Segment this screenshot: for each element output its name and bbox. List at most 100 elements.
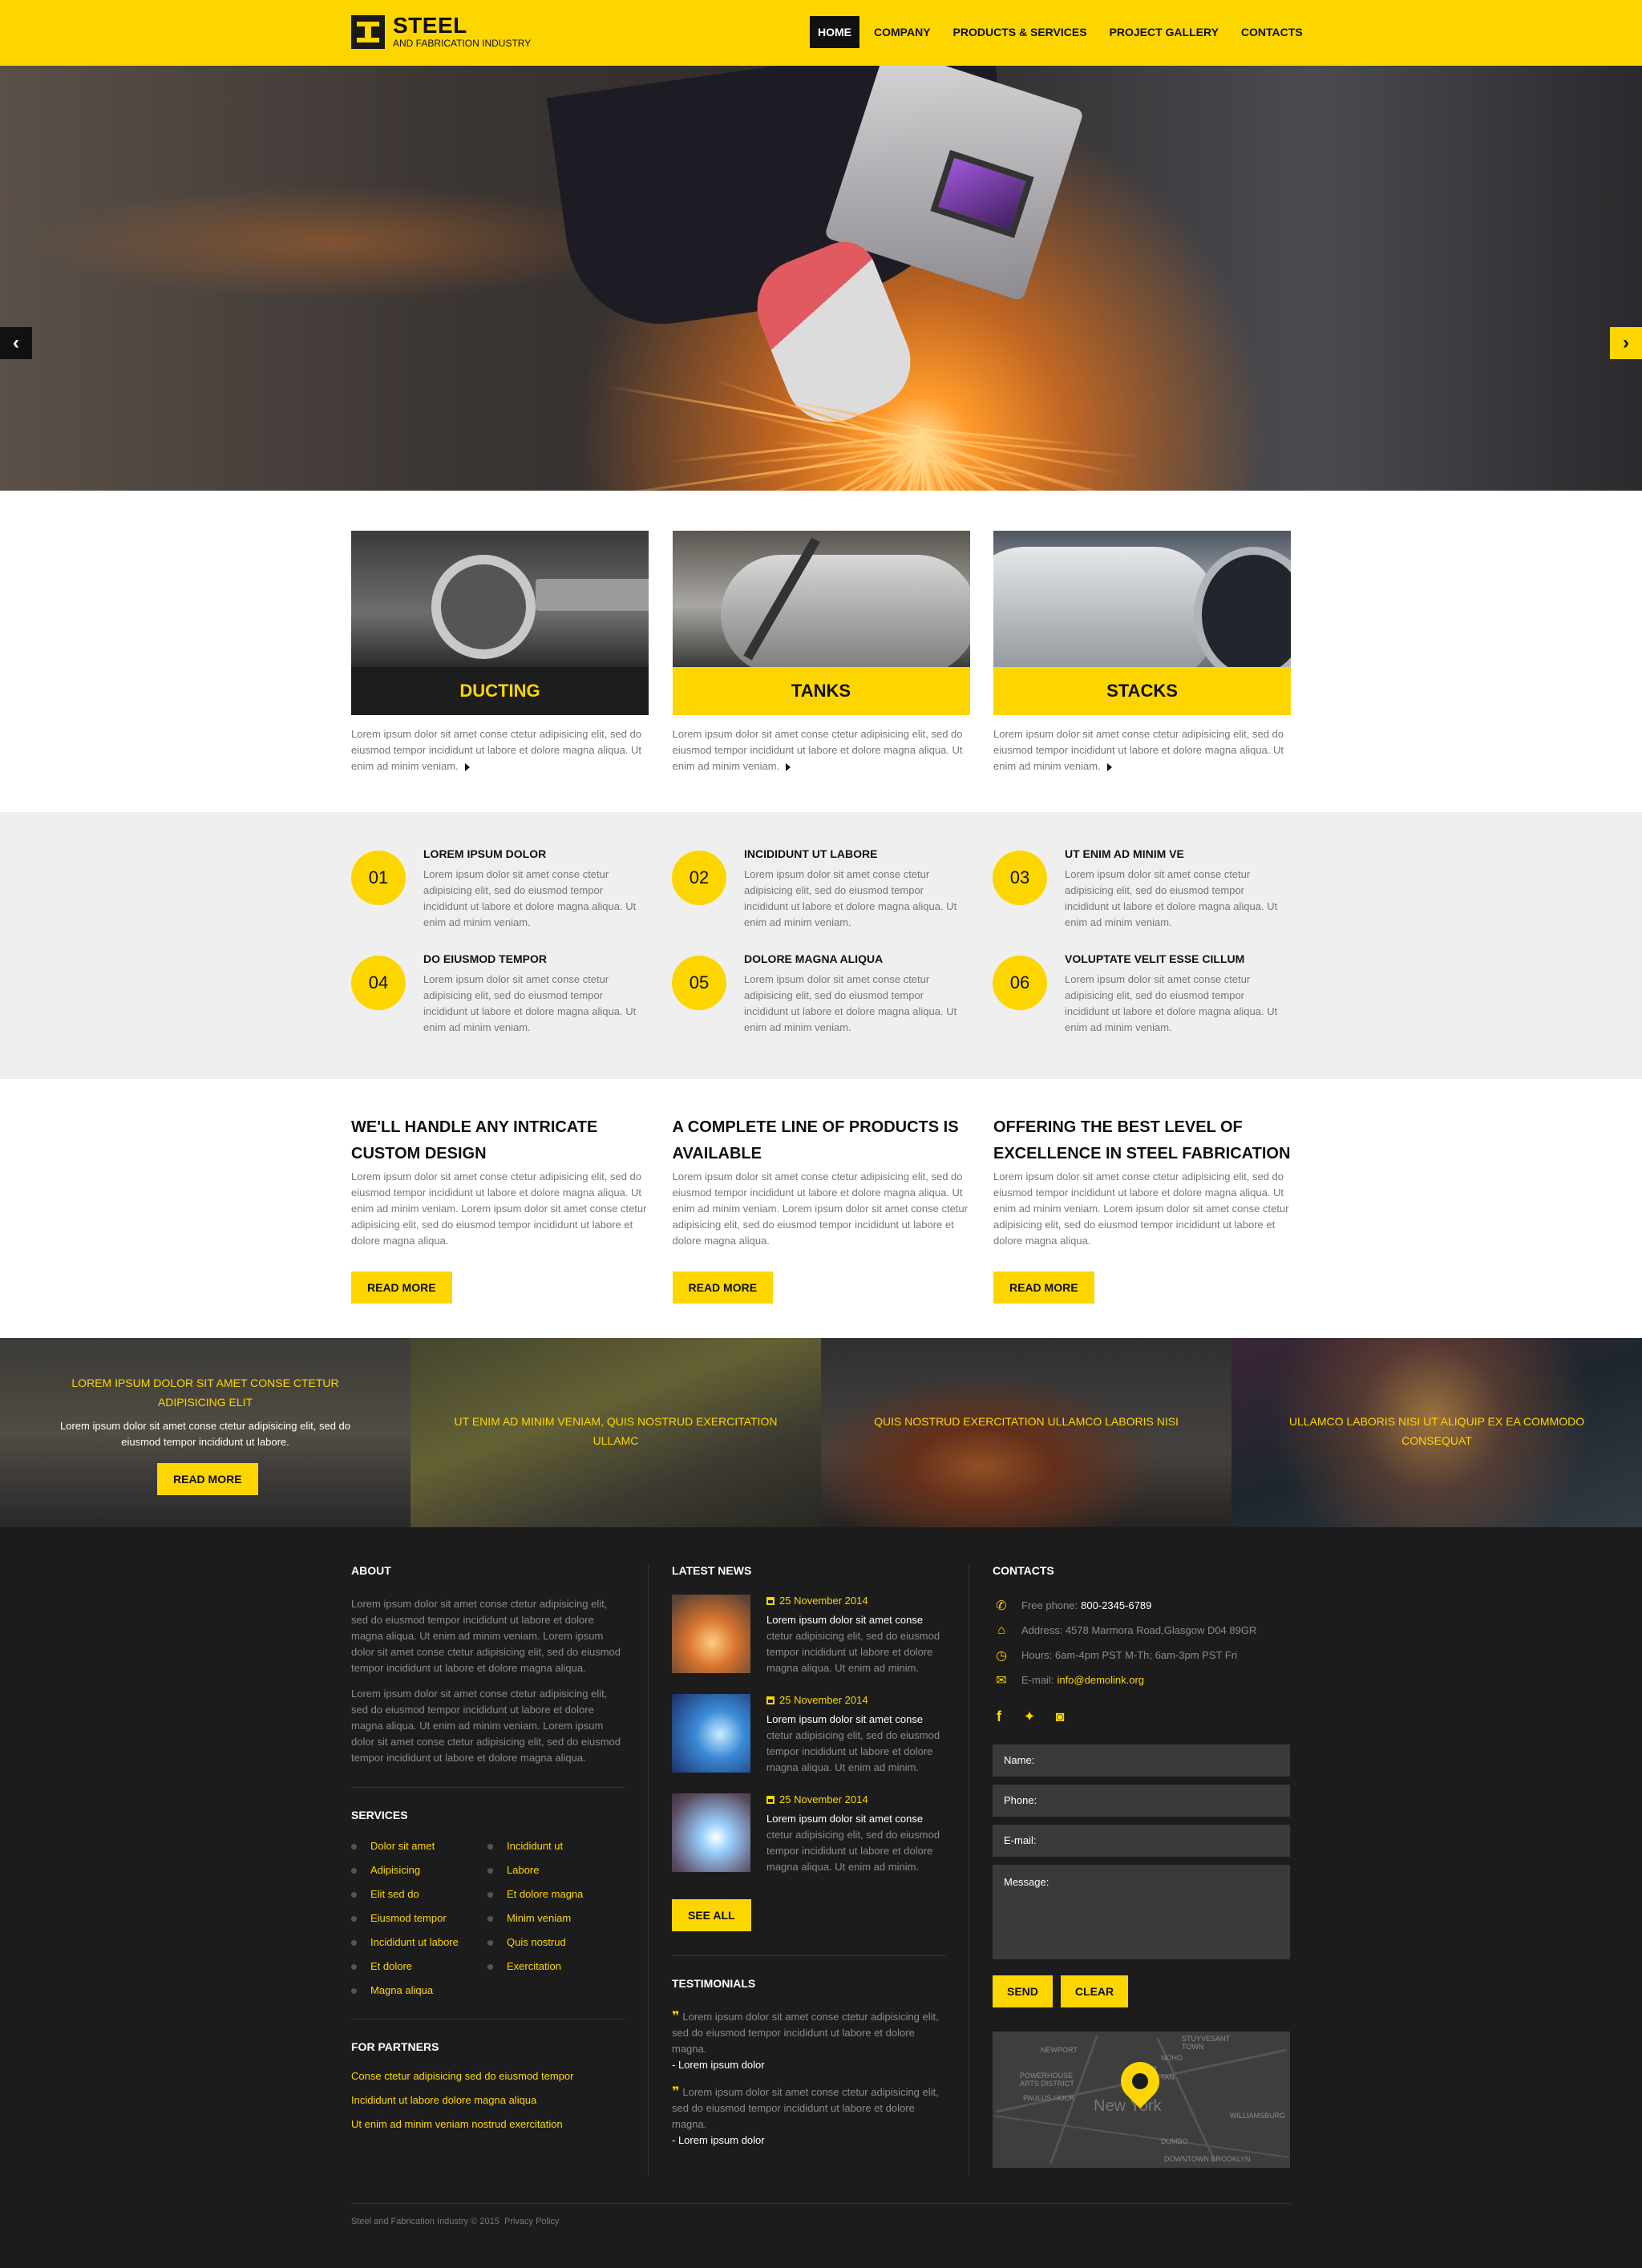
service-link[interactable]: Magna aliqua (351, 1979, 487, 2003)
map-label: WILLIAMSBURG (1230, 2112, 1286, 2120)
service-link[interactable]: Et dolore magna (487, 1882, 624, 1906)
nav-company[interactable]: COMPANY (866, 16, 939, 48)
service-link[interactable]: Quis nostrud (487, 1930, 624, 1955)
arrow-right-icon[interactable] (1106, 762, 1112, 771)
nav-project-gallery[interactable]: PROJECT GALLERY (1102, 16, 1227, 48)
partner-link[interactable]: Ut enim ad minim veniam nostrud exercita… (351, 2112, 625, 2137)
slider-next-button[interactable]: › (1610, 327, 1642, 359)
phone-number[interactable]: 800-2345-6789 (1081, 1599, 1151, 1611)
feature-text: Lorem ipsum dolor sit amet conse ctetur … (423, 973, 637, 1033)
footer: ABOUT Lorem ipsum dolor sit amet conse c… (0, 1527, 1642, 2268)
read-more-button[interactable]: READ MORE (157, 1463, 258, 1495)
phone-field[interactable]: Phone: (993, 1785, 1290, 1817)
location-map[interactable]: NEWPORT STUYVESANT TOWN NOHO LOWER MANHA… (993, 2031, 1290, 2168)
news-headline[interactable]: Lorem ipsum dolor sit amet conse (766, 1712, 946, 1728)
features-section: 01 LOREM IPSUM DOLOR Lorem ipsum dolor s… (0, 812, 1642, 1079)
feature-text: Lorem ipsum dolor sit amet conse ctetur … (423, 868, 637, 928)
partner-link[interactable]: Conse ctetur adipisicing sed do eiusmod … (351, 2064, 625, 2088)
stacks-title[interactable]: STACKS (993, 667, 1291, 715)
map-label: NOHO (1161, 2054, 1183, 2062)
read-more-button[interactable]: READ MORE (993, 1271, 1094, 1304)
quote-icon: ❞ (672, 2010, 680, 2023)
gallery-strip: LOREM IPSUM DOLOR SIT AMET CONSE CTETUR … (0, 1338, 1642, 1527)
product-card-ducting[interactable]: DUCTING Lorem ipsum dolor sit amet conse… (351, 531, 649, 774)
news-item[interactable]: 25 November 2014 Lorem ipsum dolor sit a… (672, 1595, 946, 1676)
service-link[interactable]: Incididunt ut (487, 1834, 624, 1858)
footer-about-column: ABOUT Lorem ipsum dolor sit amet conse c… (351, 1564, 625, 2137)
email-field[interactable]: E-mail: (993, 1825, 1290, 1857)
service-link[interactable]: Exercitation (487, 1955, 624, 1979)
arrow-right-icon[interactable] (786, 762, 791, 771)
service-link[interactable]: Incididunt ut labore (351, 1930, 487, 1955)
contact-phone: ✆ Free phone: 800-2345-6789 (993, 1593, 1290, 1618)
about-heading: A COMPLETE LINE OF PRODUCTS IS AVAILABLE (672, 1118, 959, 1162)
read-more-button[interactable]: READ MORE (351, 1271, 452, 1304)
feature-text: Lorem ipsum dolor sit amet conse ctetur … (744, 868, 957, 928)
arrow-right-icon[interactable] (464, 762, 470, 771)
testimonial-author: - Lorem ipsum dolor (672, 2134, 765, 2146)
tanks-title[interactable]: TANKS (672, 667, 970, 715)
see-all-button[interactable]: SEE ALL (672, 1899, 751, 1931)
feature-text: Lorem ipsum dolor sit amet conse ctetur … (1065, 868, 1278, 928)
service-link[interactable]: Dolor sit amet (351, 1834, 487, 1858)
about-heading: WE'LL HANDLE ANY INTRICATE CUSTOM DESIGN (351, 1118, 598, 1162)
logo[interactable]: STEEL AND FABRICATION INDUSTRY (351, 14, 531, 50)
news-item[interactable]: 25 November 2014 Lorem ipsum dolor sit a… (672, 1793, 946, 1875)
instagram-icon[interactable]: ◙ (1054, 1708, 1066, 1725)
nav-contacts[interactable]: CONTACTS (1233, 16, 1311, 48)
phone-icon: ✆ (996, 1599, 1007, 1613)
feature-item: 02 INCIDIDUNT UT LABORE Lorem ipsum dolo… (672, 847, 969, 944)
news-headline[interactable]: Lorem ipsum dolor sit amet conse (766, 1612, 946, 1628)
main-nav: HOME COMPANY PRODUCTS & SERVICES PROJECT… (810, 16, 1317, 48)
slider-prev-button[interactable]: ‹ (0, 327, 32, 359)
partners-list: Conse ctetur adipisicing sed do eiusmod … (351, 2064, 625, 2137)
map-label: PAULUS HOOK (1023, 2094, 1075, 2102)
gallery-caption: LOREM IPSUM DOLOR SIT AMET CONSE CTETUR … (71, 1377, 339, 1409)
nav-home[interactable]: HOME (810, 16, 859, 48)
product-card-stacks[interactable]: STACKS Lorem ipsum dolor sit amet conse … (993, 531, 1291, 774)
quote-icon: ❞ (672, 2085, 680, 2099)
service-link[interactable]: Labore (487, 1858, 624, 1882)
clear-button[interactable]: CLEAR (1060, 1975, 1129, 2007)
nav-products-services[interactable]: PRODUCTS & SERVICES (945, 16, 1095, 48)
testimonial-item: ❞ Lorem ipsum dolor sit amet conse ctetur… (672, 2084, 946, 2149)
feature-number: 03 (993, 851, 1047, 905)
product-card-tanks[interactable]: TANKS Lorem ipsum dolor sit amet conse c… (672, 531, 970, 774)
partner-link[interactable]: Incididunt ut labore dolore magna aliqua (351, 2088, 625, 2112)
gallery-tile[interactable]: UT ENIM AD MINIM VENIAM, QUIS NOSTRUD EX… (410, 1338, 821, 1527)
gallery-tile[interactable]: LOREM IPSUM DOLOR SIT AMET CONSE CTETUR … (0, 1338, 410, 1527)
facebook-icon[interactable]: f (993, 1708, 1005, 1725)
map-label: DUMBO (1161, 2137, 1188, 2145)
name-field[interactable]: Name: (993, 1744, 1290, 1777)
privacy-policy-link[interactable]: Privacy Policy (504, 2217, 559, 2226)
news-thumbnail[interactable] (672, 1694, 750, 1773)
gallery-caption: ULLAMCO LABORIS NISI UT ALIQUIP EX EA CO… (1288, 1415, 1585, 1447)
news-headline[interactable]: Lorem ipsum dolor sit amet conse (766, 1811, 946, 1827)
feature-item: 03 UT ENIM AD MINIM VE Lorem ipsum dolor… (993, 847, 1290, 944)
news-thumbnail[interactable] (672, 1793, 750, 1872)
service-link[interactable]: Elit sed do (351, 1882, 487, 1906)
message-field[interactable]: Message: (993, 1865, 1290, 1959)
latest-news-title: LATEST NEWS (672, 1564, 752, 1577)
footer-contacts-column: CONTACTS ✆ Free phone: 800-2345-6789 ⌂ Ad… (993, 1564, 1290, 2168)
feature-item: 05 DOLORE MAGNA ALIQUA Lorem ipsum dolor… (672, 952, 969, 1049)
service-link[interactable]: Eiusmod tempor (351, 1906, 487, 1930)
gallery-tile[interactable]: ULLAMCO LABORIS NISI UT ALIQUIP EX EA CO… (1232, 1338, 1642, 1527)
twitter-icon[interactable]: ✦ (1023, 1708, 1036, 1725)
service-link[interactable]: Minim veniam (487, 1906, 624, 1930)
news-thumbnail[interactable] (672, 1595, 750, 1673)
ducting-title[interactable]: DUCTING (351, 667, 649, 715)
contact-hours: ◷ Hours: 6am-4pm PST M-Th; 6am-3pm PST F… (993, 1643, 1290, 1668)
read-more-button[interactable]: READ MORE (672, 1271, 774, 1304)
gallery-tile[interactable]: QUIS NOSTRUD EXERCITATION ULLAMCO LABORI… (821, 1338, 1232, 1527)
service-link[interactable]: Adipisicing (351, 1858, 487, 1882)
email-link[interactable]: info@demolink.org (1057, 1674, 1144, 1686)
news-item[interactable]: 25 November 2014 Lorem ipsum dolor sit a… (672, 1694, 946, 1776)
about-columns: WE'LL HANDLE ANY INTRICATE CUSTOM DESIGN… (351, 1114, 1291, 1304)
services-list: Dolor sit amet Adipisicing Elit sed do E… (351, 1834, 624, 2003)
footer-about-title: ABOUT (351, 1564, 391, 1577)
service-link[interactable]: Et dolore (351, 1955, 487, 1979)
logo-icon (351, 15, 385, 49)
clock-icon: ◷ (996, 1648, 1007, 1663)
send-button[interactable]: SEND (993, 1975, 1053, 2007)
